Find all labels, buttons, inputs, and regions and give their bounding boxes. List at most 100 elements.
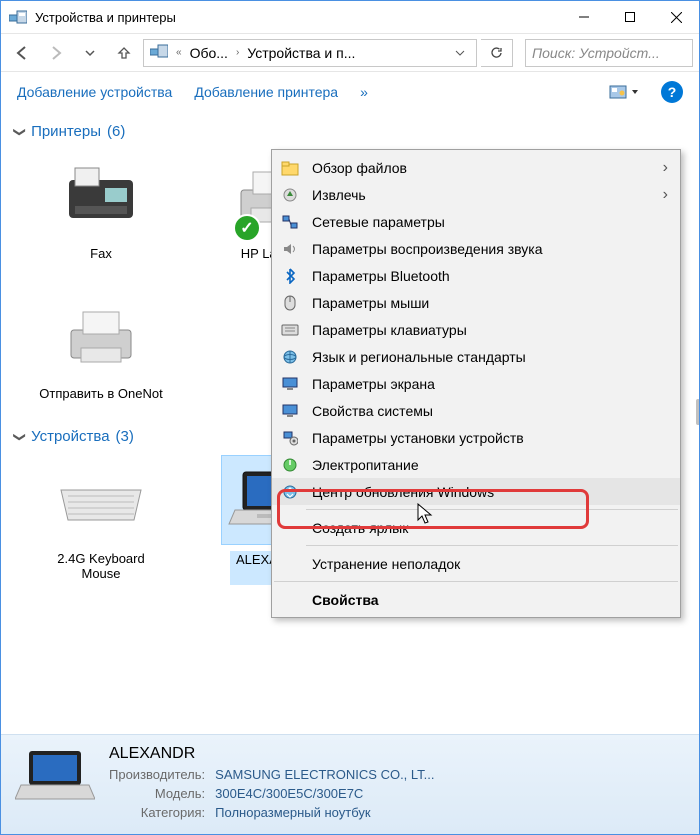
- chevron-right-icon: ›: [663, 186, 668, 204]
- close-button[interactable]: [653, 1, 699, 33]
- titlebar: Устройства и принтеры: [1, 1, 699, 33]
- blank-icon: [280, 590, 300, 610]
- devinst-icon: [280, 428, 300, 448]
- context-menu-item[interactable]: Параметры воспроизведения звука: [272, 235, 680, 262]
- context-menu-item[interactable]: Извлечь ›: [272, 181, 680, 208]
- context-menu-item[interactable]: Обзор файлов ›: [272, 154, 680, 181]
- context-menu-label: Свойства системы: [312, 403, 433, 419]
- detail-key: Модель:: [109, 786, 205, 801]
- kbd-icon: [280, 320, 300, 340]
- menu-separator: [274, 581, 678, 582]
- detail-key: Производитель:: [109, 767, 205, 782]
- context-menu-label: Устранение неполадок: [312, 556, 460, 572]
- address-bar[interactable]: « Обо... › Устройства и п...: [143, 39, 477, 67]
- sound-icon: [280, 239, 300, 259]
- context-menu-item[interactable]: Параметры мыши: [272, 289, 680, 316]
- context-menu-item[interactable]: Сетевые параметры: [272, 208, 680, 235]
- chevron-right-icon[interactable]: ›: [234, 47, 241, 58]
- context-menu-label: Параметры мыши: [312, 295, 429, 311]
- update-icon: [280, 482, 300, 502]
- folder-icon: [280, 158, 300, 178]
- context-menu-label: Язык и региональные стандарты: [312, 349, 526, 365]
- search-placeholder: Поиск: Устройст...: [532, 45, 660, 61]
- add-printer-link[interactable]: Добавление принтера: [194, 84, 338, 100]
- context-menu-item[interactable]: Центр обновления Windows: [272, 478, 680, 505]
- app-icon: [9, 9, 27, 25]
- menu-separator: [306, 545, 678, 546]
- crumb-separator: «: [174, 47, 184, 58]
- device-item-keyboard[interactable]: 2.4G KeyboardMouse: [31, 455, 171, 585]
- context-menu-label: Обзор файлов: [312, 160, 407, 176]
- toolbar: Добавление устройства Добавление принтер…: [1, 71, 699, 111]
- context-menu-item[interactable]: Устранение неполадок: [272, 550, 680, 577]
- context-menu-label: Параметры установки устройств: [312, 430, 524, 446]
- section-count: (6): [107, 123, 125, 140]
- add-device-link[interactable]: Добавление устройства: [17, 84, 172, 100]
- blank-icon: [280, 554, 300, 574]
- detail-key: Категория:: [109, 805, 205, 820]
- context-menu-item[interactable]: Свойства системы: [272, 397, 680, 424]
- sys-icon: [280, 401, 300, 421]
- context-menu-label: Свойства: [312, 592, 379, 608]
- recent-locations-button[interactable]: [75, 38, 105, 68]
- chevron-down-icon: ❯: [13, 431, 27, 441]
- context-menu-label: Параметры Bluetooth: [312, 268, 450, 284]
- details-pane: ALEXANDR Производитель: SAMSUNG ELECTRONI…: [1, 734, 699, 834]
- up-button[interactable]: [109, 38, 139, 68]
- printer-icon: [51, 290, 151, 380]
- power-icon: [280, 455, 300, 475]
- context-menu-item[interactable]: Электропитание: [272, 451, 680, 478]
- search-input[interactable]: Поиск: Устройст...: [525, 39, 693, 67]
- device-label: 2.4G Keyboard: [57, 551, 144, 566]
- minimize-button[interactable]: [561, 1, 607, 33]
- keyboard-icon: [51, 455, 151, 545]
- device-item-fax[interactable]: Fax: [31, 150, 171, 280]
- device-label: Fax: [90, 246, 112, 261]
- help-button[interactable]: ?: [661, 81, 683, 103]
- section-title: Принтеры: [31, 123, 101, 140]
- view-options-button[interactable]: [609, 85, 639, 99]
- section-printers-header[interactable]: ❯ Принтеры (6): [15, 123, 685, 140]
- laptop-icon: [15, 745, 95, 815]
- chevron-right-icon: ›: [663, 159, 668, 177]
- context-menu-label: Параметры воспроизведения звука: [312, 241, 542, 257]
- breadcrumb-item[interactable]: Обо...: [190, 45, 228, 61]
- address-dropdown[interactable]: [450, 48, 470, 58]
- back-button[interactable]: [7, 38, 37, 68]
- window-title: Устройства и принтеры: [35, 10, 561, 25]
- context-menu-item[interactable]: Свойства: [272, 586, 680, 613]
- context-menu-item[interactable]: Параметры клавиатуры: [272, 316, 680, 343]
- net-icon: [280, 212, 300, 232]
- device-label: Отправить в OneNot: [39, 386, 162, 401]
- context-menu-label: Создать ярлык: [312, 520, 408, 536]
- device-item-onenote[interactable]: Отправить в OneNot: [31, 290, 171, 420]
- bt-icon: [280, 266, 300, 286]
- toolbar-overflow[interactable]: »: [360, 84, 368, 100]
- detail-value: SAMSUNG ELECTRONICS CO., LT...: [215, 767, 434, 782]
- context-menu-label: Параметры экрана: [312, 376, 435, 392]
- context-menu-label: Сетевые параметры: [312, 214, 445, 230]
- blank-icon: [280, 518, 300, 538]
- device-label: Mouse: [81, 566, 120, 581]
- context-menu-item[interactable]: Создать ярлык: [272, 514, 680, 541]
- maximize-button[interactable]: [607, 1, 653, 33]
- detail-value: 300E4C/300E5C/300E7C: [215, 786, 434, 801]
- context-menu-item[interactable]: Параметры Bluetooth: [272, 262, 680, 289]
- refresh-button[interactable]: [481, 39, 513, 67]
- context-menu-label: Параметры клавиатуры: [312, 322, 467, 338]
- context-menu-item[interactable]: Параметры установки устройств: [272, 424, 680, 451]
- scrollbar[interactable]: [696, 399, 699, 425]
- context-menu-item[interactable]: Параметры экрана: [272, 370, 680, 397]
- mouse-icon: [280, 293, 300, 313]
- fax-icon: [51, 150, 151, 240]
- section-title: Устройства: [31, 428, 109, 445]
- context-menu-item[interactable]: Язык и региональные стандарты: [272, 343, 680, 370]
- breadcrumb-item[interactable]: Устройства и п...: [247, 45, 355, 61]
- context-menu-label: Извлечь: [312, 187, 366, 203]
- eject-icon: [280, 185, 300, 205]
- section-count: (3): [116, 428, 134, 445]
- selected-device-name: ALEXANDR: [109, 745, 195, 763]
- menu-separator: [306, 509, 678, 510]
- navigation-bar: « Обо... › Устройства и п... Поиск: Устр…: [1, 33, 699, 71]
- forward-button[interactable]: [41, 38, 71, 68]
